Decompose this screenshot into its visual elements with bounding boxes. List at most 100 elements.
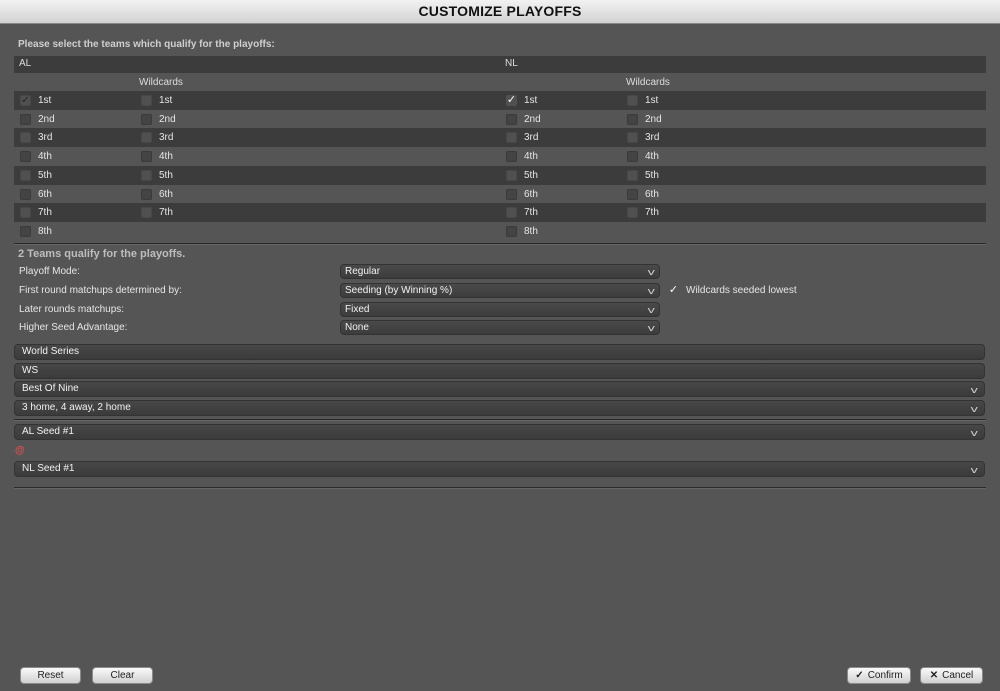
checkbox-box <box>141 132 152 143</box>
series-length-select[interactable]: Best Of Nine v <box>14 381 985 397</box>
at-separator: @ <box>15 445 25 456</box>
nl-seed-label: 7th <box>524 207 538 218</box>
wildcards-seeded-lowest-checkbox[interactable]: ✓ Wildcards seeded lowest <box>668 281 797 300</box>
checkbox-box <box>627 132 638 143</box>
first-round-value: Seeding (by Winning %) <box>345 285 453 296</box>
higher-seed-value: None <box>345 322 369 333</box>
al-wildcard-label: 7th <box>159 207 173 218</box>
al-seed-label: 2nd <box>38 114 55 125</box>
first-round-select[interactable]: Seeding (by Winning %) v <box>340 283 660 298</box>
al-seed-checkbox[interactable]: ✓ 1st <box>20 91 51 110</box>
al-seed-checkbox[interactable]: 5th <box>20 166 52 185</box>
al-wildcard-checkbox[interactable]: 2nd <box>141 110 176 129</box>
higher-seed-select[interactable]: None v <box>340 320 660 335</box>
nl-seed-checkbox[interactable]: 8th <box>506 222 538 241</box>
series-length-value: Best Of Nine <box>22 383 79 394</box>
chevron-down-icon: v <box>647 286 655 296</box>
nl-seed-label: 3rd <box>524 132 539 143</box>
playoff-mode-label: Playoff Mode: <box>19 266 80 277</box>
clear-button[interactable]: Clear <box>92 667 153 684</box>
chevron-down-icon: v <box>970 465 978 475</box>
matchup-team2-value: NL Seed #1 <box>22 463 75 474</box>
nl-seed-checkbox[interactable]: 2nd <box>506 110 541 129</box>
al-wildcard-checkbox[interactable]: 4th <box>141 147 173 166</box>
al-seed-label: 7th <box>38 207 52 218</box>
checkbox-box <box>627 95 638 106</box>
nl-seed-label: 5th <box>524 170 538 181</box>
nl-wildcard-label: 7th <box>645 207 659 218</box>
al-seed-checkbox[interactable]: 4th <box>20 147 52 166</box>
matchup-team1-select[interactable]: AL Seed #1 v <box>14 424 985 440</box>
nl-wildcard-label: 3rd <box>645 132 660 143</box>
al-seed-checkbox[interactable]: 3rd <box>20 128 52 147</box>
confirm-button-label: Confirm <box>867 670 903 681</box>
nl-seed-checkbox[interactable]: 4th <box>506 147 538 166</box>
seed-row: 7th 7th 7th 7th <box>14 203 986 222</box>
nl-wildcard-checkbox[interactable]: 3rd <box>627 128 659 147</box>
nl-wildcard-checkbox[interactable]: 1st <box>627 91 658 110</box>
later-rounds-value: Fixed <box>345 304 370 315</box>
later-rounds-select[interactable]: Fixed v <box>340 302 660 317</box>
x-icon: ✕ <box>929 670 939 681</box>
instruction-text: Please select the teams which qualify fo… <box>18 39 275 50</box>
checkbox-box <box>506 132 517 143</box>
series-format-select[interactable]: 3 home, 4 away, 2 home v <box>14 400 985 416</box>
nl-seed-label: 8th <box>524 226 538 237</box>
al-seed-checkbox[interactable]: 8th <box>20 222 52 241</box>
al-seed-label: 6th <box>38 189 52 200</box>
al-wildcards-header: Wildcards <box>139 77 183 88</box>
al-wildcard-label: 6th <box>159 189 173 200</box>
al-seed-checkbox[interactable]: 7th <box>20 203 52 222</box>
nl-seed-label: 1st <box>524 95 538 106</box>
series-format-value: 3 home, 4 away, 2 home <box>22 402 131 413</box>
higher-seed-label: Higher Seed Advantage: <box>19 322 128 333</box>
series-abbr-input[interactable]: WS <box>14 363 985 379</box>
cancel-button[interactable]: ✕ Cancel <box>920 667 983 684</box>
checkbox-box <box>20 207 31 218</box>
chevron-down-icon: v <box>970 385 978 395</box>
nl-wildcard-checkbox[interactable]: 4th <box>627 147 659 166</box>
wildcards-seeded-lowest-label: Wildcards seeded lowest <box>686 285 797 296</box>
nl-seed-checkbox[interactable]: 7th <box>506 203 538 222</box>
divider <box>14 243 986 245</box>
chevron-down-icon: v <box>647 305 655 315</box>
nl-seed-checkbox[interactable]: 5th <box>506 166 538 185</box>
al-wildcard-checkbox[interactable]: 3rd <box>141 128 173 147</box>
checkbox-box <box>141 114 152 125</box>
nl-seed-checkbox[interactable]: ✓ 1st <box>506 91 537 110</box>
series-name-input[interactable]: World Series <box>14 344 985 360</box>
checkbox-box <box>627 151 638 162</box>
checkbox-box <box>141 151 152 162</box>
matchup-team2-select[interactable]: NL Seed #1 v <box>14 461 985 477</box>
nl-wildcard-label: 1st <box>645 95 659 106</box>
al-wildcard-checkbox[interactable]: 1st <box>141 91 172 110</box>
playoff-mode-value: Regular <box>345 266 381 277</box>
nl-header-label: NL <box>505 58 518 69</box>
al-seed-checkbox[interactable]: 2nd <box>20 110 55 129</box>
cancel-button-label: Cancel <box>942 670 974 681</box>
al-wildcard-checkbox[interactable]: 7th <box>141 203 173 222</box>
series-abbr-value: WS <box>22 365 39 376</box>
reset-button[interactable]: Reset <box>20 667 81 684</box>
chevron-down-icon: v <box>970 404 978 414</box>
al-seed-label: 4th <box>38 151 52 162</box>
al-wildcard-label: 4th <box>159 151 173 162</box>
al-wildcard-checkbox[interactable]: 6th <box>141 185 173 204</box>
nl-wildcard-checkbox[interactable]: 7th <box>627 203 659 222</box>
checkbox-box <box>506 189 517 200</box>
nl-wildcard-checkbox[interactable]: 6th <box>627 185 659 204</box>
nl-seed-checkbox[interactable]: 3rd <box>506 128 538 147</box>
al-wildcard-label: 1st <box>159 95 173 106</box>
playoff-mode-select[interactable]: Regular v <box>340 264 660 279</box>
al-wildcard-label: 3rd <box>159 132 174 143</box>
al-wildcard-checkbox[interactable]: 5th <box>141 166 173 185</box>
al-seed-checkbox[interactable]: 6th <box>20 185 52 204</box>
nl-wildcard-checkbox[interactable]: 5th <box>627 166 659 185</box>
checkbox-box <box>506 226 517 237</box>
nl-wildcard-label: 5th <box>645 170 659 181</box>
nl-wildcard-checkbox[interactable]: 2nd <box>627 110 662 129</box>
nl-wildcard-label: 6th <box>645 189 659 200</box>
nl-seed-checkbox[interactable]: 6th <box>506 185 538 204</box>
nl-seed-label: 2nd <box>524 114 541 125</box>
confirm-button[interactable]: ✓ Confirm <box>847 667 911 684</box>
